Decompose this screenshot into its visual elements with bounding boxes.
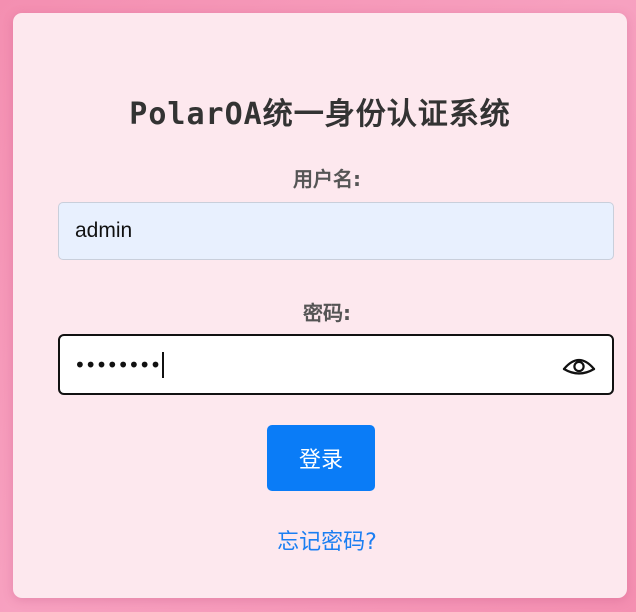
eye-icon[interactable]: [562, 353, 596, 377]
login-button[interactable]: 登录: [267, 425, 375, 491]
page-title: PolarOA统一身份认证系统: [129, 97, 511, 132]
username-input[interactable]: admin: [58, 202, 614, 260]
forgot-password-link[interactable]: 忘记密码?: [13, 524, 636, 556]
password-label: 密码:: [303, 301, 351, 325]
password-value: ••••••••: [74, 352, 161, 377]
username-label: 用户名:: [293, 167, 361, 191]
password-input[interactable]: ••••••••: [58, 334, 614, 395]
username-value: admin: [75, 219, 133, 242]
text-caret: [162, 351, 165, 378]
login-card: PolarOA统一身份认证系统 用户名: admin 密码: •••••••• …: [13, 13, 627, 598]
